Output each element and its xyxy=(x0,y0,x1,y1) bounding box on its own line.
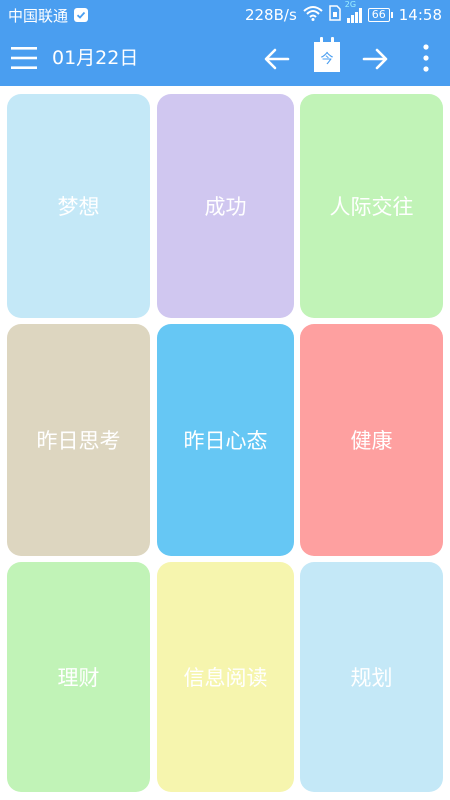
signal-icon: 2G xyxy=(345,0,362,23)
tile-label: 信息阅读 xyxy=(183,666,268,690)
today-label: 今 xyxy=(320,51,334,67)
battery-icon: 66 xyxy=(367,8,393,22)
status-left: 中国联通 xyxy=(8,5,89,26)
battery-level: 66 xyxy=(367,8,390,22)
tile-label: 健康 xyxy=(350,429,393,453)
carrier-name: 中国联通 xyxy=(8,6,69,25)
tile-label: 昨日心态 xyxy=(183,429,268,453)
tile-label: 理财 xyxy=(57,666,100,690)
tile-yesterday-thoughts[interactable]: 昨日思考 xyxy=(7,324,150,556)
tile-health[interactable]: 健康 xyxy=(300,324,443,556)
category-grid: 梦想 成功 人际交往 昨日思考 昨日心态 健康 理财 信息阅读 规划 xyxy=(0,86,450,800)
tile-yesterday-mood[interactable]: 昨日心态 xyxy=(157,324,294,556)
status-right: 228B/s 2G 66 14:58 xyxy=(244,0,442,25)
net-speed: 228B/s xyxy=(244,6,297,24)
calendar-today-icon: 今 xyxy=(314,37,340,72)
network-type: 2G xyxy=(344,0,357,9)
clock: 14:58 xyxy=(398,6,442,24)
tile-dream[interactable]: 梦想 xyxy=(7,94,150,318)
tile-success[interactable]: 成功 xyxy=(157,94,294,318)
more-vertical-icon[interactable] xyxy=(414,42,438,74)
tile-label: 成功 xyxy=(204,195,247,219)
tile-label: 昨日思考 xyxy=(36,429,121,453)
menu-icon[interactable] xyxy=(10,44,38,72)
app-header: 01月22日 今 xyxy=(0,30,450,86)
sim-card-icon xyxy=(329,5,341,25)
today-button[interactable]: 今 xyxy=(314,37,342,74)
status-bar: 中国联通 228B/s 2G 66 14:58 xyxy=(0,0,450,30)
tile-finance[interactable]: 理财 xyxy=(7,562,150,792)
tile-label: 规划 xyxy=(350,666,393,690)
tile-label: 人际交往 xyxy=(329,195,414,219)
check-icon xyxy=(74,8,89,22)
tile-planning[interactable]: 规划 xyxy=(300,562,443,792)
arrow-right-icon[interactable] xyxy=(360,44,390,74)
tile-label: 梦想 xyxy=(57,195,100,219)
arrow-left-icon[interactable] xyxy=(262,44,292,74)
date-title[interactable]: 01月22日 xyxy=(52,47,138,69)
wifi-icon xyxy=(303,5,323,25)
tile-reading[interactable]: 信息阅读 xyxy=(157,562,294,792)
tile-social[interactable]: 人际交往 xyxy=(300,94,443,318)
